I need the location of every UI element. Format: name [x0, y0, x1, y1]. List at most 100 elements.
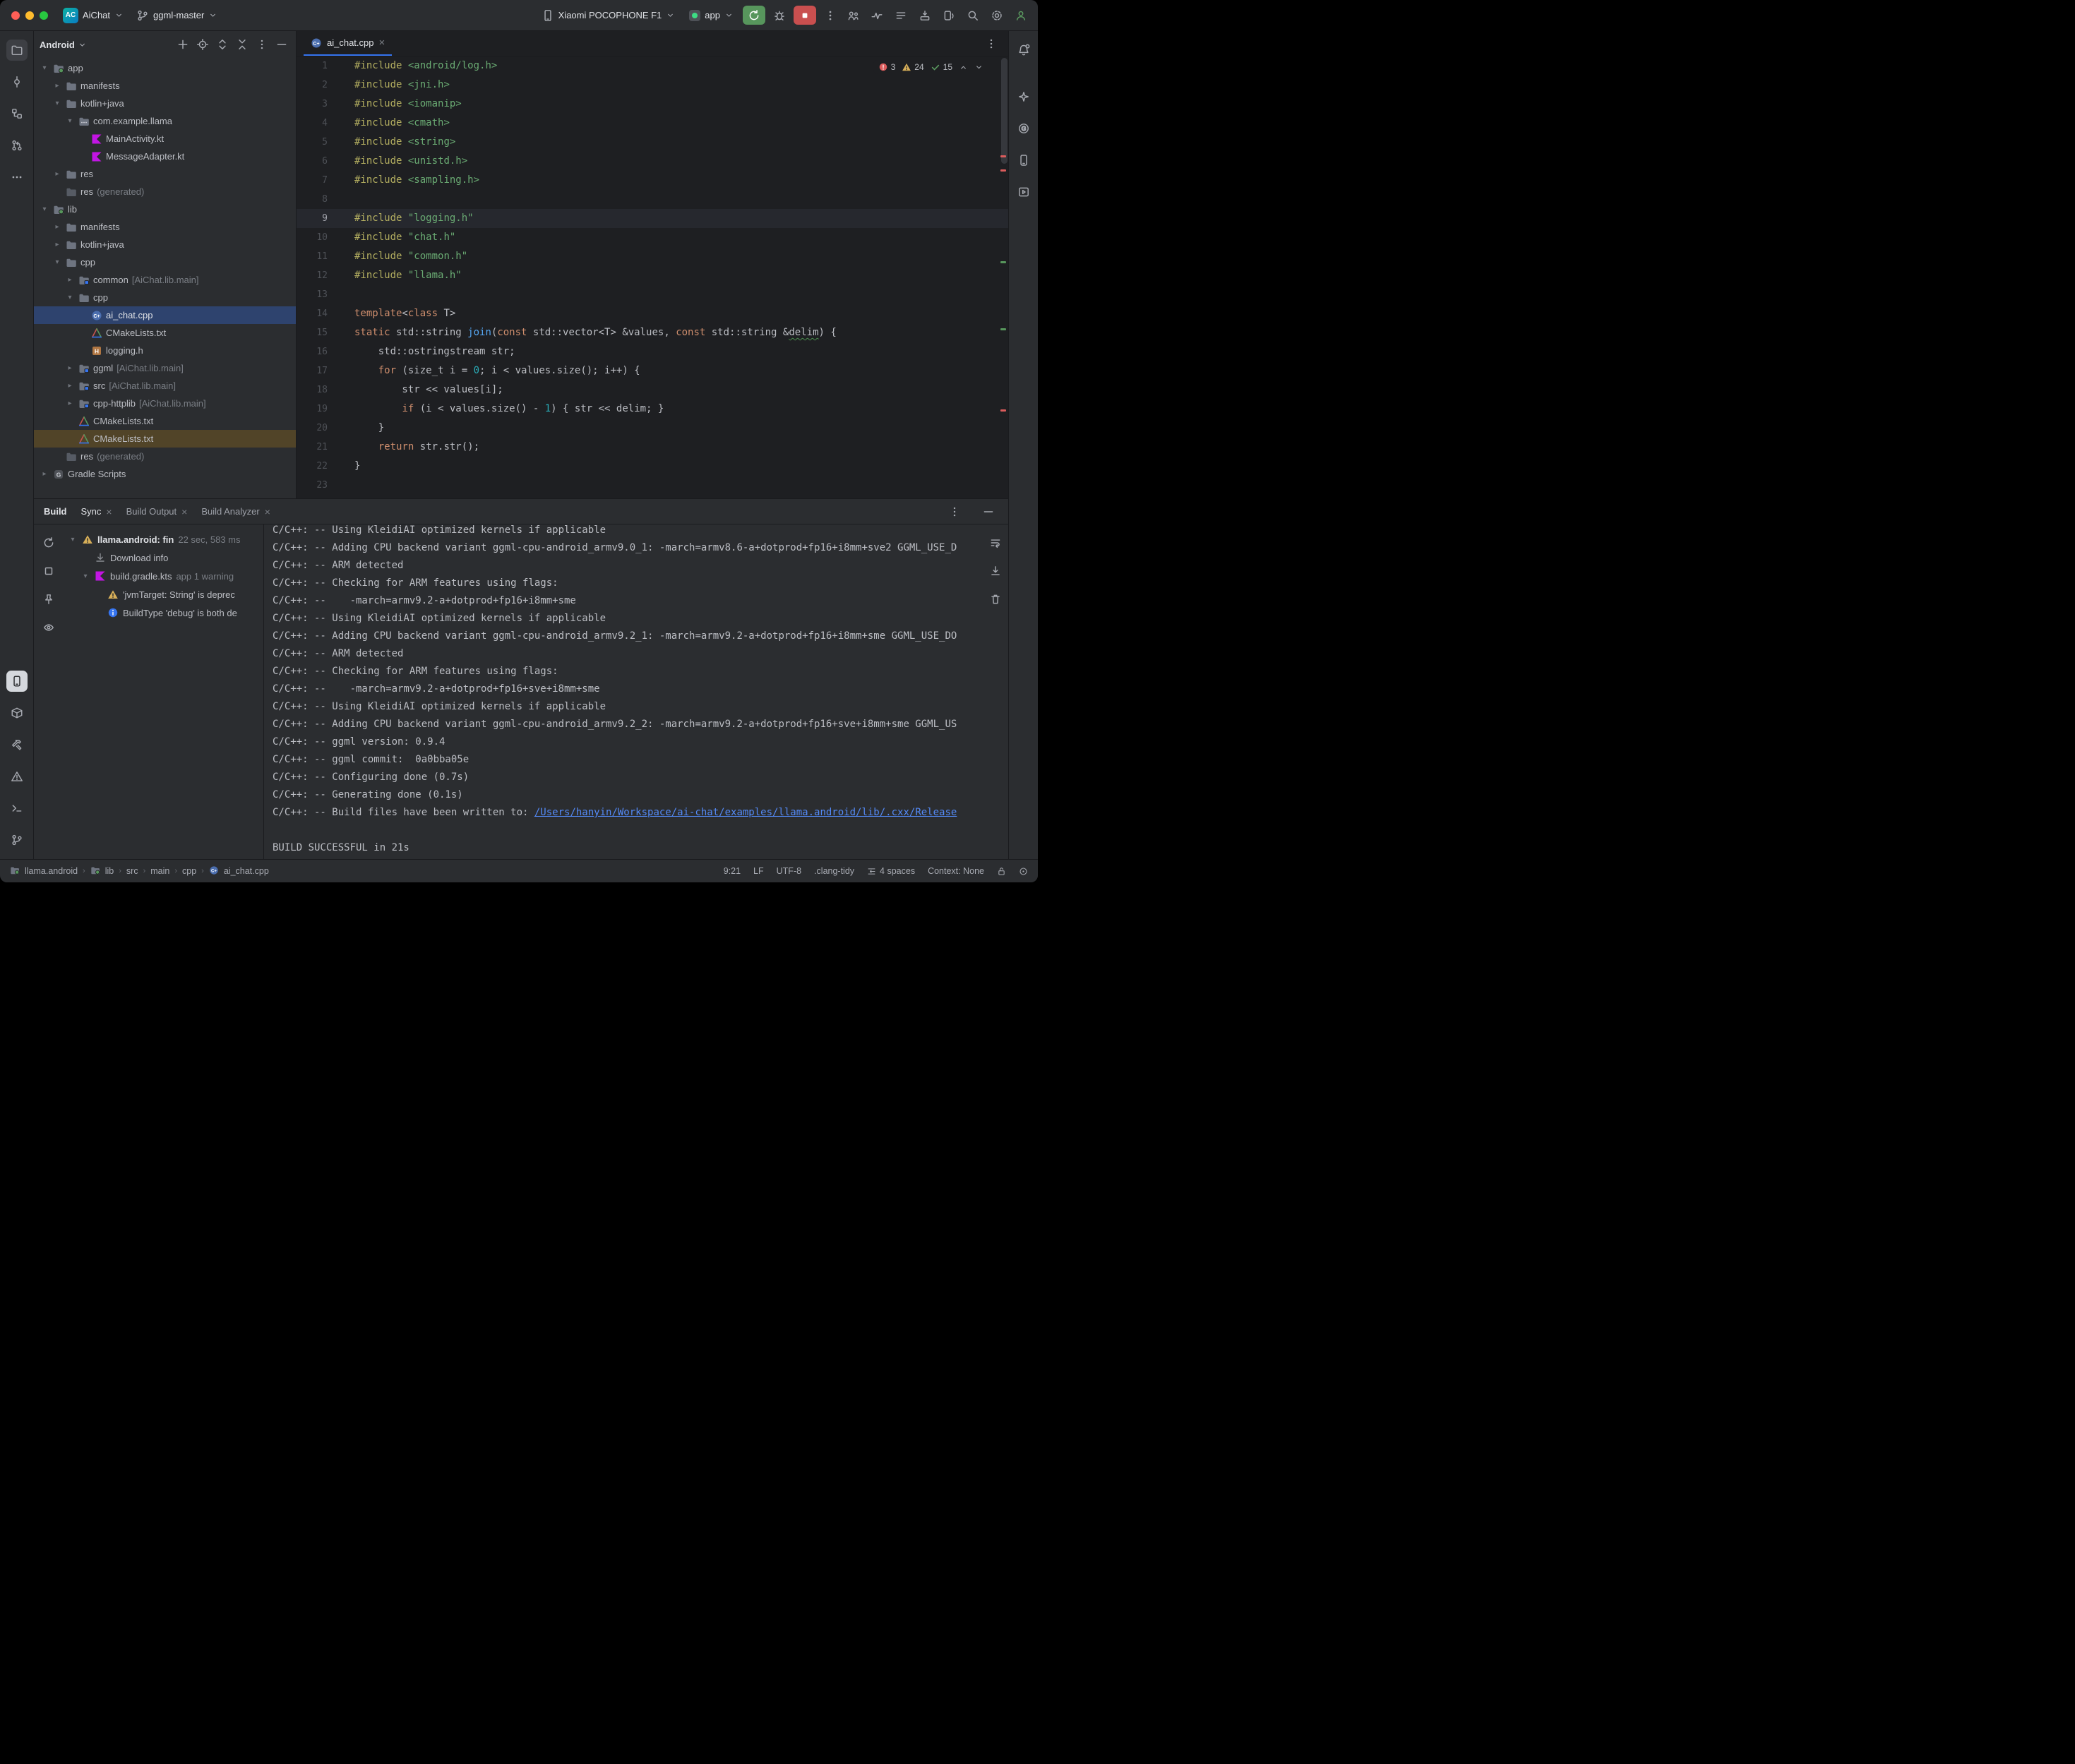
build-tab-build-output[interactable]: Build Output× — [126, 506, 188, 517]
stop-button[interactable] — [794, 6, 816, 25]
line-number[interactable]: 8 — [297, 190, 333, 209]
profiler-button[interactable] — [867, 6, 887, 25]
hide-panel-button[interactable] — [273, 36, 290, 53]
line-number[interactable]: 3 — [297, 95, 333, 114]
stop-sync-button[interactable] — [39, 561, 59, 581]
error-stripe[interactable] — [998, 56, 1008, 498]
tree-item-lib[interactable]: ▾lib — [34, 200, 296, 218]
line-number[interactable]: 6 — [297, 152, 333, 171]
line-number[interactable]: 17 — [297, 361, 333, 380]
version-control-tool-button[interactable] — [6, 829, 28, 851]
tree-item-manifests[interactable]: ▸manifests — [34, 77, 296, 95]
tree-item-mainactivity-kt[interactable]: MainActivity.kt — [34, 130, 296, 148]
inspection-highlight-toggle[interactable] — [1019, 867, 1028, 876]
chevron-open-icon[interactable]: ▾ — [68, 536, 78, 544]
problems-tool-button[interactable] — [6, 766, 28, 787]
build-tree-item-buildtype-debug-is-both-de[interactable]: BuildType 'debug' is both de — [64, 604, 263, 622]
tree-item-common[interactable]: ▸common [AiChat.lib.main] — [34, 271, 296, 289]
line-number[interactable]: 23 — [297, 476, 333, 495]
commit-tool-button[interactable] — [6, 71, 28, 92]
line-number[interactable]: 14 — [297, 304, 333, 323]
line-number[interactable]: 7 — [297, 171, 333, 190]
line-number[interactable]: 12 — [297, 266, 333, 285]
tree-item-app[interactable]: ▾app — [34, 59, 296, 77]
build-tab-sync[interactable]: Sync× — [81, 506, 112, 517]
branch-widget[interactable]: ggml-master — [131, 6, 222, 25]
breadcrumb-item-lib[interactable]: lib — [90, 865, 114, 877]
build-tree-item-download-info[interactable]: Download info — [64, 548, 263, 567]
tree-item-messageadapter-kt[interactable]: MessageAdapter.kt — [34, 148, 296, 165]
line-number[interactable]: 21 — [297, 438, 333, 457]
tree-item-logging-h[interactable]: Hlogging.h — [34, 342, 296, 359]
build-variants-button[interactable] — [891, 6, 911, 25]
rerun-sync-button[interactable] — [39, 533, 59, 553]
build-console[interactable]: C/C++: -- Using KleidiAI optimized kerne… — [264, 524, 983, 859]
build-options-button[interactable] — [945, 502, 964, 522]
tree-item-ggml[interactable]: ▸ggml [AiChat.lib.main] — [34, 359, 296, 377]
chevron-closed-icon[interactable]: ▸ — [52, 223, 62, 231]
chevron-open-icon[interactable]: ▾ — [65, 117, 75, 125]
device-selector[interactable]: Xiaomi POCOPHONE F1 — [537, 6, 681, 25]
close-tab-button[interactable]: × — [265, 506, 270, 517]
tree-item-src[interactable]: ▸src [AiChat.lib.main] — [34, 377, 296, 395]
soft-wrap-button[interactable] — [986, 533, 1005, 553]
passed-count[interactable]: 15 — [931, 62, 952, 72]
tree-item-manifests[interactable]: ▸manifests — [34, 218, 296, 236]
close-tab-button[interactable]: × — [379, 37, 385, 48]
line-number[interactable]: 2 — [297, 76, 333, 95]
error-count[interactable]: 3 — [878, 62, 896, 72]
build-tool-button[interactable] — [6, 734, 28, 755]
line-number[interactable]: 5 — [297, 133, 333, 152]
console-file-link[interactable]: /Users/hanyin/Workspace/ai-chat/examples… — [534, 807, 957, 818]
build-panel-title[interactable]: Build — [44, 506, 67, 517]
pin-button[interactable] — [39, 589, 59, 609]
build-tab-build-analyzer[interactable]: Build Analyzer× — [201, 506, 270, 517]
chevron-open-icon[interactable]: ▾ — [65, 294, 75, 301]
line-number[interactable]: 13 — [297, 285, 333, 304]
indent-widget[interactable]: 4 spaces — [867, 866, 915, 876]
encoding[interactable]: UTF-8 — [777, 866, 801, 876]
expand-all-button[interactable] — [214, 36, 231, 53]
close-tab-button[interactable]: × — [181, 506, 187, 517]
line-number[interactable]: 11 — [297, 247, 333, 266]
device-mirror-button[interactable] — [939, 6, 959, 25]
editor-tab-options-button[interactable] — [981, 34, 1001, 54]
tree-item-gradle-scripts[interactable]: ▸GGradle Scripts — [34, 465, 296, 483]
breadcrumb-item-llama-android[interactable]: llama.android — [10, 865, 78, 877]
device-manager-tool-button[interactable] — [6, 702, 28, 724]
close-window-button[interactable] — [11, 11, 20, 20]
build-tree-item-llama-android-fin[interactable]: ▾llama.android: fin22 sec, 583 ms — [64, 530, 263, 548]
zoom-window-button[interactable] — [40, 11, 48, 20]
new-file-button[interactable] — [174, 36, 191, 53]
clear-console-button[interactable] — [986, 589, 1005, 609]
rerun-button[interactable] — [743, 6, 765, 25]
line-number[interactable]: 18 — [297, 380, 333, 400]
breadcrumb-item-ai-chat-cpp[interactable]: C+ai_chat.cpp — [209, 865, 269, 877]
tree-item-cpp[interactable]: ▾cpp — [34, 253, 296, 271]
settings-button[interactable] — [987, 6, 1007, 25]
tree-item-cpp[interactable]: ▾cpp — [34, 289, 296, 306]
caret-position[interactable]: 9:21 — [724, 866, 741, 876]
select-opened-file-button[interactable] — [194, 36, 211, 53]
panel-options-button[interactable] — [253, 36, 270, 53]
more-tool-windows-button[interactable] — [6, 167, 28, 188]
tree-item-res[interactable]: ▸res — [34, 165, 296, 183]
pull-requests-tool-button[interactable] — [6, 135, 28, 156]
tree-item-cmakelists-txt[interactable]: CMakeLists.txt — [34, 324, 296, 342]
chevron-closed-icon[interactable]: ▸ — [65, 382, 75, 390]
chevron-closed-icon[interactable]: ▸ — [40, 470, 49, 478]
filter-warnings-button[interactable] — [39, 618, 59, 637]
structure-tool-button[interactable] — [6, 103, 28, 124]
tree-item-cmakelists-txt[interactable]: CMakeLists.txt — [34, 430, 296, 448]
tree-item-com-example-llama[interactable]: ▾com.example.llama — [34, 112, 296, 130]
run-configuration-selector[interactable]: app — [684, 7, 738, 24]
line-number[interactable]: 4 — [297, 114, 333, 133]
tree-item-cpp-httplib[interactable]: ▸cpp-httplib [AiChat.lib.main] — [34, 395, 296, 412]
build-tree-item-build-gradle-kts[interactable]: ▾build.gradle.kts app 1 warning — [64, 567, 263, 585]
editor-tab-ai-chat-cpp[interactable]: C+ ai_chat.cpp × — [304, 31, 392, 56]
hide-build-panel-button[interactable] — [979, 502, 998, 522]
account-button[interactable] — [1011, 6, 1031, 25]
scroll-to-end-button[interactable] — [986, 561, 1005, 581]
line-number[interactable]: 15 — [297, 323, 333, 342]
device-manager-tool-button-right[interactable] — [1013, 150, 1034, 171]
